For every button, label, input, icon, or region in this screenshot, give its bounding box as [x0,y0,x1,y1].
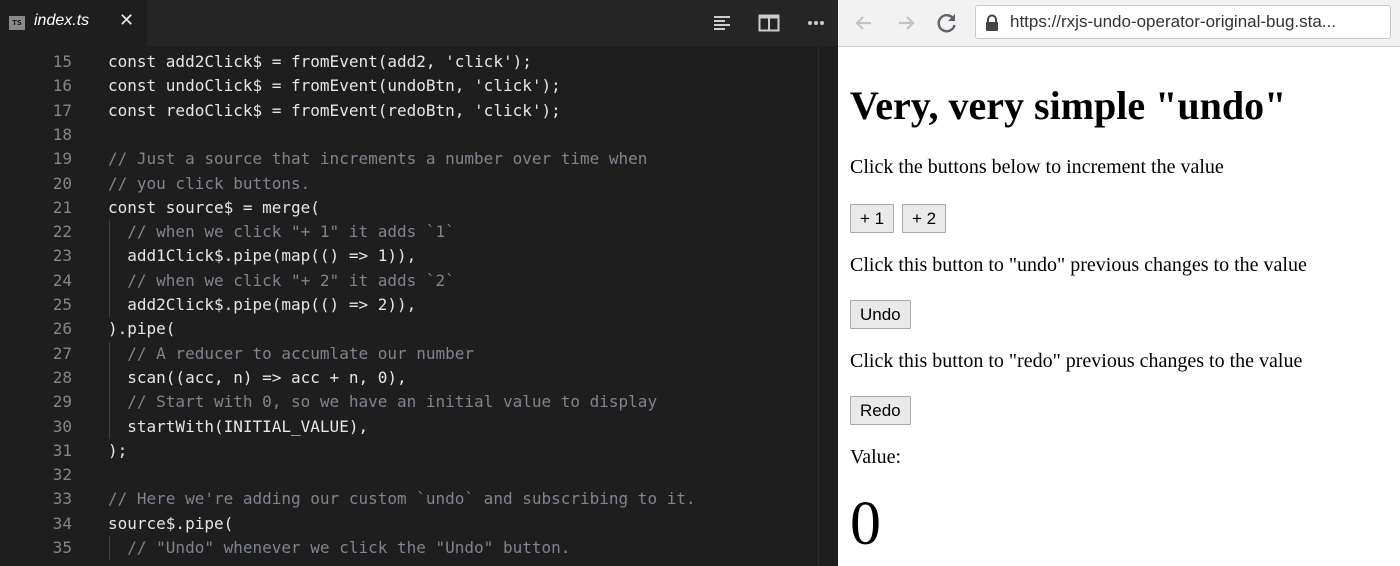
code-line[interactable]: 30 startWith(INITIAL_VALUE), [0,415,820,439]
code-text: ); [108,440,128,460]
value-label: Value: [850,446,902,468]
line-number: 28 [52,367,72,387]
line-number: 31 [52,440,72,460]
plus-one-button[interactable]: + 1 [850,204,895,233]
code-line[interactable]: 31); [0,439,820,463]
code-line[interactable]: 15 const add2Click$ = fromEvent(add2, 'cl… [0,50,820,74]
code-text: const undoClick$ = fromEvent(undoBtn, 'c… [108,76,561,96]
line-number: 25 [52,295,72,314]
toggle-preview-icon[interactable] [712,13,734,33]
address-bar[interactable]: https://rxjs-undo-operator-original-bug.… [975,5,1391,39]
line-number: 30 [52,416,72,436]
code-text: scan((acc, n) => acc + n, 0), [108,367,407,387]
code-line[interactable]: 18 [0,123,820,147]
code-line[interactable]: 34 source$.pipe( [0,512,820,536]
code-line[interactable]: 26 ).pipe( [0,317,820,341]
code-comment: // Here we're adding our custom `undo` a… [108,489,696,509]
plus-two-button[interactable]: + 2 [902,204,947,233]
typescript-file-icon: TS [9,16,25,30]
line-number: 29 [52,392,72,412]
code-line[interactable]: 27 // A reducer to accumlate our number [0,342,820,366]
line-number: 32 [52,465,72,485]
code-comment: // you click buttons. [108,173,311,193]
line-number: 34 [52,513,72,533]
redo-instructions: Click this button to "redo" previous cha… [850,350,1303,372]
code-text: add1Click$.pipe(map(() => 1)), [108,246,417,266]
code-text: add2Click$.pipe(map(() => 2)), [108,295,417,314]
forward-arrow-icon[interactable] [892,9,920,37]
code-line[interactable]: 29 // Start with 0, so we have an initia… [0,390,820,414]
increment-instructions: Click the buttons below to increment the… [850,156,1224,178]
code-comment: // Just a source that increments a numbe… [108,149,648,169]
more-actions-icon[interactable] [806,13,828,33]
code-text: ).pipe( [108,319,176,339]
code-line[interactable]: 20 // you click buttons. [0,172,820,196]
line-number: 24 [52,270,72,290]
editor-scrollbar[interactable] [818,46,835,566]
code-comment: // "Undo" whenever we click the "Undo" b… [108,538,571,557]
reload-icon[interactable] [933,9,961,37]
tab-title: index.ts [34,12,90,29]
back-arrow-icon[interactable] [850,9,878,37]
code-text: const source$ = merge( [108,197,320,217]
code-comment: // when we click "+ 2" it adds `2` [108,270,455,290]
line-number: 21 [52,197,72,217]
code-line[interactable]: 33 // Here we're adding our custom `undo`… [0,487,820,511]
code-line[interactable]: 24 // when we click "+ 2" it adds `2` [0,269,820,293]
code-line[interactable]: 35 // "Undo" whenever we click the "Undo… [0,536,820,560]
code-comment: // when we click "+ 1" it adds `1` [108,222,455,242]
line-number: 23 [52,246,72,266]
line-number: 18 [52,124,72,144]
code-comment: // A reducer to accumlate our number [108,343,475,363]
indent-guide [109,536,110,561]
line-number: 35 [52,538,72,557]
line-number: 16 [52,76,72,96]
line-number: 20 [52,173,72,193]
code-line[interactable]: 22 // when we click "+ 1" it adds `1` [0,220,820,244]
code-line[interactable]: 28 scan((acc, n) => acc + n, 0), [0,366,820,390]
code-line[interactable]: 17 const redoClick$ = fromEvent(redoBtn, … [0,99,820,123]
line-number: 17 [52,100,72,120]
page-title: Very, very simple "undo" [850,83,1287,128]
indent-guide [109,220,110,318]
line-number: 27 [52,343,72,363]
code-line[interactable]: 16 const undoClick$ = fromEvent(undoBtn, … [0,74,820,98]
code-line[interactable]: 23 add1Click$.pipe(map(() => 1)), [0,244,820,268]
line-number: 15 [52,52,72,71]
lock-icon [984,14,1000,37]
undo-instructions: Click this button to "undo" previous cha… [850,254,1307,276]
redo-button[interactable]: Redo [850,396,911,425]
browser-window: https://rxjs-undo-operator-original-bug.… [838,0,1400,566]
browser-toolbar: https://rxjs-undo-operator-original-bug.… [838,0,1400,47]
editor-tab-bar: TS index.ts ✕ [0,0,838,46]
code-text: startWith(INITIAL_VALUE), [108,416,369,436]
code-line[interactable]: 32 [0,463,820,487]
code-text: const add2Click$ = fromEvent(add2, 'clic… [108,52,532,71]
code-comment: // Start with 0, so we have an initial v… [108,392,658,412]
code-text: source$.pipe( [108,513,234,533]
code-line[interactable]: 19 // Just a source that increments a num… [0,147,820,171]
line-number: 33 [52,489,72,509]
tab-index-ts[interactable]: TS index.ts ✕ [0,0,147,46]
split-editor-icon[interactable] [758,13,780,33]
value-display: 0 [850,490,881,558]
undo-button[interactable]: Undo [850,300,911,329]
code-text: const redoClick$ = fromEvent(redoBtn, 'c… [108,100,561,120]
line-number: 19 [52,149,72,169]
code-area[interactable]: 15 const add2Click$ = fromEvent(add2, 'cl… [0,50,820,566]
line-number: 26 [52,319,72,339]
code-line[interactable]: 25 add2Click$.pipe(map(() => 2)), [0,293,820,317]
close-tab-icon[interactable]: ✕ [119,10,134,31]
code-line[interactable]: 21 const source$ = merge( [0,196,820,220]
line-number: 22 [52,222,72,242]
indent-guide [109,341,110,439]
url-text: https://rxjs-undo-operator-original-bug.… [1010,12,1336,31]
code-editor: TS index.ts ✕ 15 const add2Click$ = from… [0,0,838,566]
